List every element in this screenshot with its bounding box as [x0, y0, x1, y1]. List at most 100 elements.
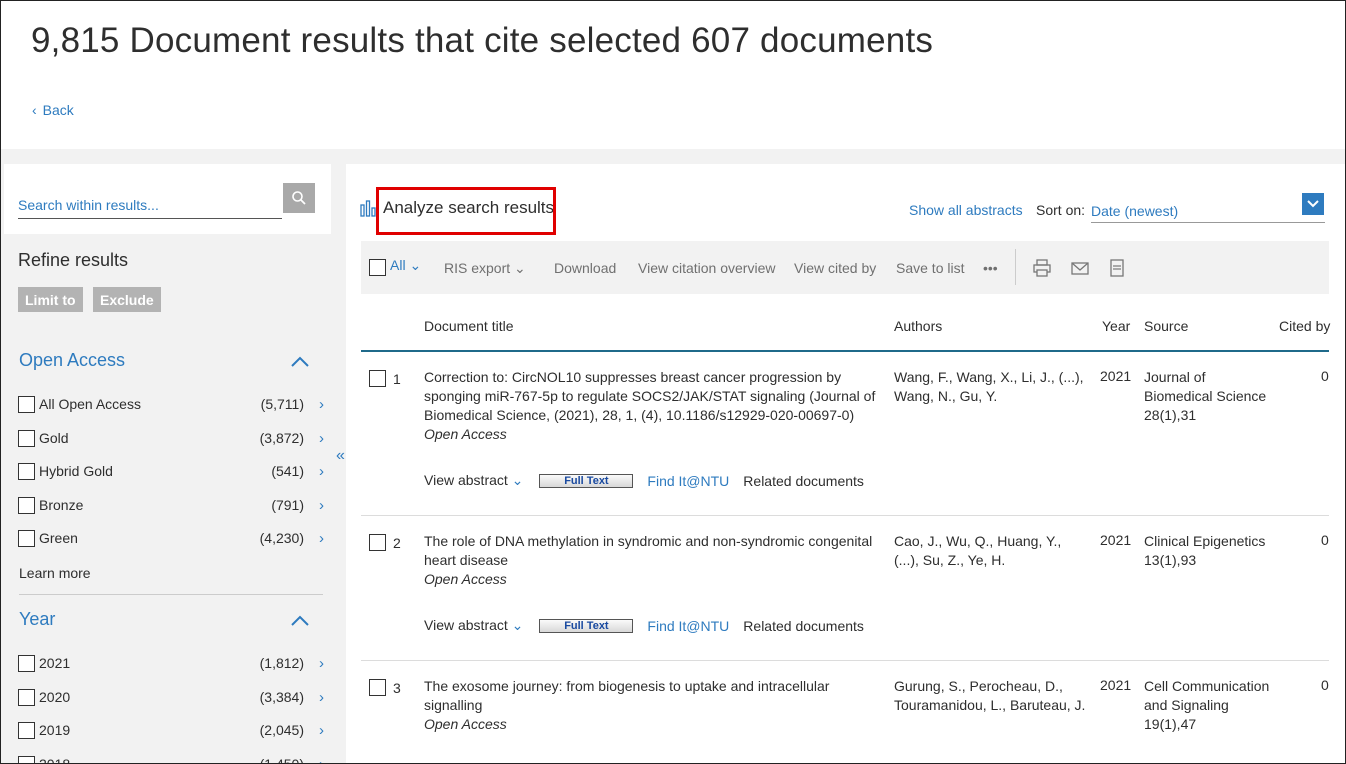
back-label: Back	[42, 102, 74, 118]
facet-option-year-2019[interactable]: 2019 (2,045) ›	[18, 719, 328, 741]
header-rule	[361, 350, 1329, 352]
chevron-right-icon[interactable]: ›	[319, 430, 324, 447]
refine-sidebar: Refine results Limit to Exclude Open Acc…	[4, 164, 331, 764]
view-citation-overview-button[interactable]: View citation overview	[638, 260, 775, 276]
search-button[interactable]	[283, 183, 315, 213]
facet-option-bronze[interactable]: Bronze (791) ›	[18, 494, 328, 516]
facet-option-label: Bronze	[39, 497, 84, 513]
row-divider	[361, 515, 1329, 516]
result-title-block: The role of DNA methylation in syndromic…	[424, 532, 884, 589]
related-documents-link[interactable]: Related documents	[743, 473, 864, 489]
column-header-year[interactable]: Year	[1102, 318, 1130, 334]
chevron-up-icon[interactable]	[290, 354, 310, 368]
checkbox[interactable]	[18, 755, 35, 763]
full-text-button[interactable]: Full Text	[539, 618, 634, 633]
select-all-dropdown[interactable]: All ⌄	[390, 257, 421, 274]
print-icon[interactable]	[1032, 258, 1052, 278]
more-options-button[interactable]: •••	[983, 260, 998, 276]
find-it-link[interactable]: Find It@NTU	[647, 618, 729, 634]
view-cited-by-button[interactable]: View cited by	[794, 260, 876, 276]
divider	[19, 594, 323, 595]
email-icon[interactable]	[1070, 258, 1090, 278]
open-access-facet-title[interactable]: Open Access	[19, 350, 125, 371]
sort-select[interactable]: Date (newest)	[1091, 196, 1325, 223]
chevron-down-icon[interactable]	[1302, 193, 1324, 215]
result-number: 3	[393, 680, 401, 696]
save-to-list-button[interactable]: Save to list	[896, 260, 964, 276]
checkbox[interactable]	[18, 429, 35, 447]
facet-option-year-2020[interactable]: 2020 (3,384) ›	[18, 686, 328, 708]
column-header-cited-by[interactable]: Cited by	[1279, 318, 1330, 334]
facet-option-label: Gold	[39, 430, 69, 446]
pdf-icon[interactable]	[1107, 258, 1127, 278]
learn-more-link[interactable]: Learn more	[19, 565, 91, 581]
row-divider	[361, 660, 1329, 661]
result-source[interactable]: Journal of Biomedical Science 28(1),31	[1144, 368, 1274, 425]
facet-option-green[interactable]: Green (4,230) ›	[18, 527, 328, 549]
result-cited-by[interactable]: 0	[1321, 677, 1329, 693]
checkbox[interactable]	[18, 529, 35, 547]
checkbox[interactable]	[18, 688, 35, 706]
checkbox[interactable]	[18, 462, 35, 480]
ris-export-button[interactable]: RIS export ⌄	[444, 260, 526, 277]
show-all-abstracts-link[interactable]: Show all abstracts	[909, 202, 1023, 218]
limit-to-button[interactable]: Limit to	[18, 287, 83, 312]
facet-option-all-open-access[interactable]: All Open Access (5,711) ›	[18, 393, 328, 415]
chevron-right-icon[interactable]: ›	[319, 655, 324, 672]
result-authors[interactable]: Wang, F., Wang, X., Li, J., (...), Wang,…	[894, 368, 1089, 406]
chevron-right-icon[interactable]: ›	[319, 396, 324, 413]
result-title-link[interactable]: Correction to: CircNOL10 suppresses brea…	[424, 369, 875, 423]
result-authors[interactable]: Cao, J., Wu, Q., Huang, Y., (...), Su, Z…	[894, 532, 1089, 570]
result-cited-by[interactable]: 0	[1321, 368, 1329, 384]
chevron-up-icon[interactable]	[290, 613, 310, 627]
year-facet-title[interactable]: Year	[19, 609, 55, 630]
exclude-button[interactable]: Exclude	[93, 287, 161, 312]
download-button[interactable]: Download	[554, 260, 616, 276]
result-checkbox[interactable]	[369, 534, 386, 551]
chevron-right-icon[interactable]: ›	[319, 756, 324, 764]
result-title-link[interactable]: The exosome journey: from biogenesis to …	[424, 678, 829, 713]
result-title-link[interactable]: The role of DNA methylation in syndromic…	[424, 533, 872, 568]
result-authors[interactable]: Gurung, S., Perocheau, D., Touramanidou,…	[894, 677, 1089, 715]
chevron-right-icon[interactable]: ›	[319, 722, 324, 739]
checkbox[interactable]	[18, 496, 35, 514]
result-source[interactable]: Cell Communication and Signaling 19(1),4…	[1144, 677, 1274, 734]
facet-option-year-2021[interactable]: 2021 (1,812) ›	[18, 652, 328, 674]
chevron-right-icon[interactable]: ›	[319, 689, 324, 706]
collapse-sidebar-icon[interactable]: «	[336, 447, 345, 465]
back-link[interactable]: ‹ Back	[32, 102, 74, 118]
facet-option-year-2018[interactable]: 2018 (1,450) ›	[18, 753, 328, 764]
result-year: 2021	[1100, 532, 1132, 548]
checkbox[interactable]	[18, 721, 35, 739]
column-header-source[interactable]: Source	[1144, 318, 1188, 334]
facet-option-hybrid-gold[interactable]: Hybrid Gold (541) ›	[18, 460, 328, 482]
column-header-title[interactable]: Document title	[424, 318, 513, 334]
chevron-right-icon[interactable]: ›	[319, 497, 324, 514]
checkbox[interactable]	[18, 654, 35, 672]
chevron-right-icon[interactable]: ›	[319, 530, 324, 547]
checkbox[interactable]	[18, 395, 35, 413]
view-abstract-button[interactable]: View abstract ⌄	[424, 472, 523, 489]
chevron-right-icon[interactable]: ›	[319, 463, 324, 480]
facet-option-gold[interactable]: Gold (3,872) ›	[18, 427, 328, 449]
result-cited-by[interactable]: 0	[1321, 532, 1329, 548]
results-panel: Analyze search results Show all abstract…	[346, 164, 1345, 763]
table-row: 1 Correction to: CircNOL10 suppresses br…	[361, 368, 1329, 498]
open-access-label: Open Access	[424, 716, 507, 732]
result-checkbox[interactable]	[369, 370, 386, 387]
select-all-checkbox[interactable]	[369, 259, 386, 276]
chevron-left-icon: ‹	[32, 102, 37, 118]
full-text-button[interactable]: Full Text	[539, 473, 634, 488]
related-documents-link[interactable]: Related documents	[743, 618, 864, 634]
app-frame: 9,815 Document results that cite selecte…	[0, 0, 1346, 764]
search-within-input[interactable]	[18, 192, 282, 219]
view-abstract-button[interactable]: View abstract ⌄	[424, 617, 523, 634]
result-number: 1	[393, 371, 401, 387]
facet-option-label: 2021	[39, 655, 71, 671]
facet-option-count: (791)	[271, 497, 304, 513]
result-source[interactable]: Clinical Epigenetics 13(1),93	[1144, 532, 1274, 570]
find-it-link[interactable]: Find It@NTU	[647, 473, 729, 489]
result-checkbox[interactable]	[369, 679, 386, 696]
facet-option-label: 2018	[39, 756, 71, 764]
column-header-authors[interactable]: Authors	[894, 318, 942, 334]
